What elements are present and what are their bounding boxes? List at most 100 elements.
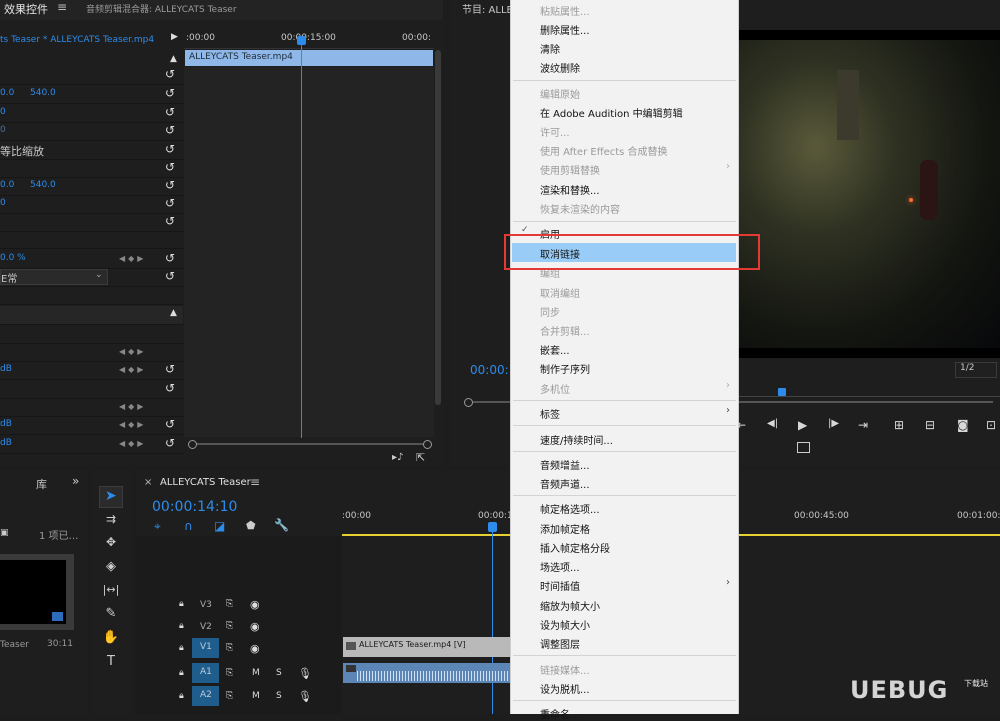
menu-item-merge-clips[interactable]: 合并剪辑... — [540, 323, 590, 338]
tab-effects-controls[interactable]: 效果控件 — [4, 1, 48, 17]
reset-icon[interactable]: ↺ — [165, 196, 175, 210]
lock-icon[interactable]: 🔒︎ — [179, 621, 184, 631]
lock-icon[interactable]: 🔒︎ — [179, 643, 184, 653]
property-value[interactable]: 0.0 — [0, 88, 14, 98]
linked-selection-icon[interactable]: ◪ — [214, 519, 225, 533]
solo-button[interactable]: S — [276, 668, 282, 678]
solo-button[interactable]: S — [276, 691, 282, 701]
menu-item-clear[interactable]: 清除 — [540, 41, 560, 56]
uniform-scale-label[interactable]: 等比缩放 — [0, 143, 44, 159]
blend-mode-select[interactable]: E常 ⌄ — [0, 269, 108, 285]
menu-item-ungroup[interactable]: 取消编组 — [540, 285, 580, 300]
menu-item-license[interactable]: 许可... — [540, 124, 570, 139]
property-value[interactable]: 0.0 — [0, 180, 14, 190]
property-value[interactable]: 0 — [0, 125, 6, 135]
reset-icon[interactable]: ↺ — [165, 269, 175, 283]
menu-item-remove-attributes[interactable]: 删除属性... — [540, 22, 590, 37]
menu-item-paste-attributes[interactable]: 粘贴属性... — [540, 3, 590, 18]
video-clip[interactable]: ALLEYCATS Teaser.mp4 [V] — [343, 637, 511, 657]
audio-db-value[interactable]: dB — [0, 438, 12, 448]
reset-icon[interactable]: ↺ — [165, 105, 175, 119]
menu-item-time-interpolation[interactable]: 时间插值 — [540, 578, 580, 593]
mini-playhead-handle[interactable] — [297, 36, 306, 45]
razor-icon[interactable]: ◈ — [101, 559, 121, 579]
next-frame-icon[interactable]: |▶ — [828, 418, 839, 429]
timeline-timecode[interactable]: 00:00:14:10 — [152, 499, 237, 515]
reset-icon[interactable]: ↺ — [165, 436, 175, 450]
menu-item-nest[interactable]: 嵌套... — [540, 342, 570, 357]
menu-item-make-offline[interactable]: 设为脱机... — [540, 681, 590, 696]
opacity-value[interactable]: 0.0 % — [0, 253, 26, 263]
ripple-edit-icon[interactable]: ✥ — [101, 535, 121, 555]
sync-lock-icon[interactable]: ⎘ — [226, 668, 233, 678]
track-target-a1[interactable]: A1 — [192, 663, 219, 683]
lift-icon[interactable]: ⊞ — [894, 418, 904, 432]
property-value[interactable]: 540.0 — [30, 88, 56, 98]
track-label[interactable]: V2 — [200, 622, 212, 632]
menu-item-speed-duration[interactable]: 速度/持续时间... — [540, 432, 613, 447]
property-value[interactable]: 0 — [0, 107, 6, 117]
menu-item-render-and-replace[interactable]: 渲染和替换... — [540, 182, 600, 197]
sync-lock-icon[interactable]: ⎘ — [226, 691, 233, 701]
menu-item-field-options[interactable]: 场选项... — [540, 559, 580, 574]
reset-icon[interactable]: ↺ — [165, 142, 175, 156]
eye-icon[interactable]: ◉ — [250, 598, 260, 611]
menu-item-label[interactable]: 标签 — [540, 406, 560, 421]
reset-icon[interactable]: ↺ — [165, 160, 175, 174]
track-label[interactable]: V3 — [200, 600, 212, 610]
hand-icon[interactable]: ✋ — [101, 630, 121, 650]
keyframe-nav-icon[interactable]: ◀◆▶ — [119, 439, 146, 448]
menu-item-scale-to-frame[interactable]: 缩放为帧大小 — [540, 598, 600, 613]
audio-clip[interactable] — [343, 663, 511, 683]
menu-item-frame-hold-options[interactable]: 帧定格选项... — [540, 501, 600, 516]
step-forward-icon[interactable]: ⇥ — [858, 418, 868, 432]
panel-menu-icon[interactable]: ≡ — [57, 0, 67, 14]
mute-button[interactable]: M — [252, 668, 260, 678]
keyframe-nav-icon[interactable]: ◀◆▶ — [119, 347, 146, 356]
track-select-icon[interactable]: ⇉ — [101, 512, 121, 532]
menu-item-edit-in-audition[interactable]: 在 Adobe Audition 中编辑剪辑 — [540, 105, 683, 120]
bin-icon[interactable]: ▣ — [0, 528, 9, 538]
mini-timeline-scrollbar[interactable] — [188, 440, 432, 449]
property-value[interactable]: 0 — [0, 198, 6, 208]
safe-margins-icon[interactable] — [797, 442, 810, 453]
camera-icon[interactable]: ◙ — [957, 418, 969, 432]
mini-timeline-clip[interactable]: ALLEYCATS Teaser.mp4 — [185, 50, 433, 66]
selection-tool[interactable]: ➤ — [99, 486, 123, 508]
microphone-icon[interactable]: 🎙︎ — [298, 690, 312, 703]
reset-icon[interactable]: ↺ — [165, 362, 175, 376]
reset-icon[interactable]: ↺ — [165, 178, 175, 192]
menu-item-ripple-delete[interactable]: 波纹删除 — [540, 60, 580, 75]
track-target-v1[interactable]: V1 — [192, 638, 219, 658]
menu-item-replace-with-ae[interactable]: 使用 After Effects 合成替换 — [540, 143, 668, 158]
export-icon[interactable]: ⇱ — [416, 451, 425, 464]
audio-db-value[interactable]: dB — [0, 364, 12, 374]
tab-audio-clip-mixer[interactable]: 音频剪辑混合器: ALLEYCATS Teaser — [86, 2, 237, 15]
keyframe-nav-icon[interactable]: ◀◆▶ — [119, 402, 146, 411]
compare-icon[interactable]: ⊡ — [986, 418, 996, 432]
reset-icon[interactable]: ↺ — [165, 214, 175, 228]
menu-item-insert-frame-hold[interactable]: 插入帧定格分段 — [540, 540, 610, 555]
play-icon[interactable]: ▶ — [798, 418, 807, 432]
tab-libraries[interactable]: 库 — [36, 476, 47, 492]
collapse-up-icon[interactable]: ▲ — [170, 308, 177, 318]
menu-item-audio-gain[interactable]: 音频增益... — [540, 457, 590, 472]
menu-item-edit-original[interactable]: 编辑原始 — [540, 86, 580, 101]
mute-button[interactable]: M — [252, 691, 260, 701]
reset-icon[interactable]: ↺ — [165, 67, 175, 81]
reset-icon[interactable]: ↺ — [165, 381, 175, 395]
expand-arrow-icon[interactable]: ▶ — [171, 32, 178, 42]
extract-icon[interactable]: ⊟ — [925, 418, 935, 432]
project-clip-thumbnail[interactable] — [0, 554, 74, 630]
reset-icon[interactable]: ↺ — [165, 251, 175, 265]
property-value[interactable]: 540.0 — [30, 180, 56, 190]
sync-lock-icon[interactable]: ⎘ — [226, 599, 233, 609]
close-icon[interactable]: × — [144, 477, 152, 488]
audio-db-value[interactable]: dB — [0, 419, 12, 429]
slip-icon[interactable]: |↔| — [101, 583, 121, 603]
filter-icon[interactable]: ▸♪ — [392, 452, 403, 463]
eye-icon[interactable]: ◉ — [250, 620, 260, 633]
reset-icon[interactable]: ↺ — [165, 123, 175, 137]
reset-icon[interactable]: ↺ — [165, 417, 175, 431]
program-monitor-title[interactable]: 节目: ALLE — [462, 1, 513, 16]
